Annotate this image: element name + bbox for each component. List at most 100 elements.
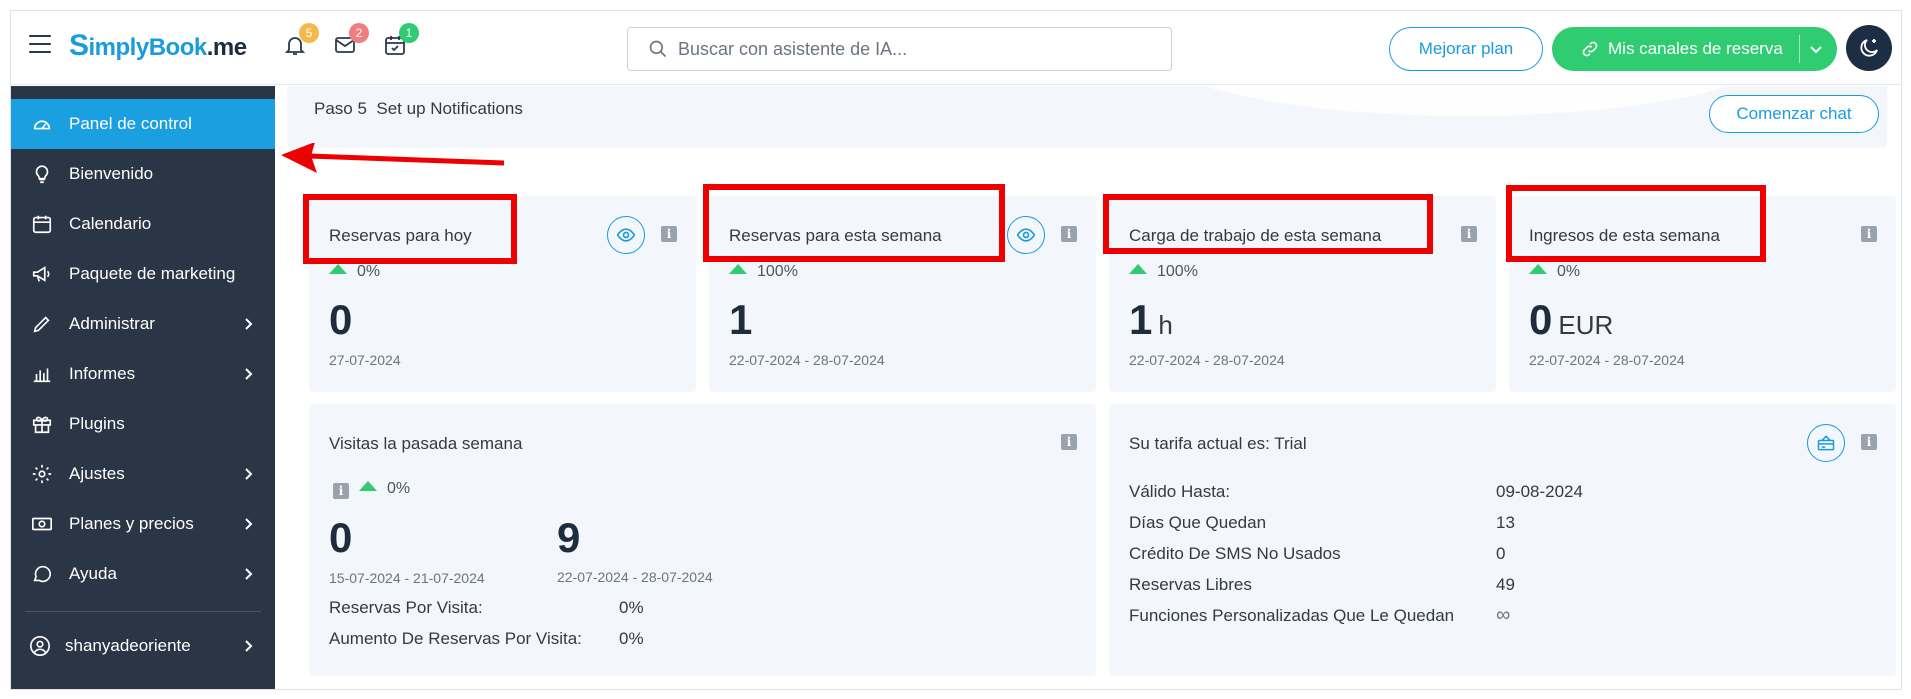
sidebar: Panel de control Bienvenido Calendario P… xyxy=(11,86,275,689)
sidebar-item-label: Administrar xyxy=(69,314,155,333)
card-title: Su tarifa actual es: Trial xyxy=(1129,434,1307,453)
booking-channels-label: Mis canales de reserva xyxy=(1608,39,1783,58)
upgrade-plan-button[interactable]: Mejorar plan xyxy=(1389,27,1543,71)
eye-icon[interactable] xyxy=(607,216,645,254)
metric-label: Aumento De Reservas Por Visita: xyxy=(329,629,582,648)
highlight-box xyxy=(1506,185,1766,262)
metric-label: Reservas Por Visita: xyxy=(329,598,483,617)
sidebar-item-plugins[interactable]: Plugins xyxy=(11,399,275,449)
booking-channels-button[interactable]: Mis canales de reserva xyxy=(1552,27,1837,71)
info-icon[interactable]: i xyxy=(1861,434,1877,450)
sidebar-item-label: Planes y precios xyxy=(69,514,194,533)
info-icon[interactable]: i xyxy=(1061,434,1077,450)
tariff-label: Crédito De SMS No Usados xyxy=(1129,544,1341,563)
gift-box-icon xyxy=(32,416,52,434)
sidebar-item-informes[interactable]: Informes xyxy=(11,349,275,399)
tariff-label: Funciones Personalizadas Que Le Quedan xyxy=(1129,606,1455,625)
sidebar-item-label: Ajustes xyxy=(69,464,125,483)
main-content: Paso 5 Set up Notifications Comenzar cha… xyxy=(275,86,1901,689)
user-circle-icon xyxy=(30,636,50,656)
trend-indicator: 100% xyxy=(1129,263,1198,281)
metric-value: 0% xyxy=(619,629,644,648)
tariff-plan-icon[interactable] xyxy=(1807,424,1845,462)
step-text: Paso 5 Set up Notifications xyxy=(314,99,523,118)
sidebar-user-menu[interactable]: shanyadeoriente xyxy=(11,621,275,671)
bell-icon[interactable]: 5 xyxy=(283,23,319,61)
sidebar-item-label: Calendario xyxy=(69,214,152,233)
sidebar-item-paquete-de-marketing[interactable]: Paquete de marketing xyxy=(11,249,275,299)
tariff-value: 13 xyxy=(1496,513,1515,532)
tariff-label: Días Que Quedan xyxy=(1129,513,1267,532)
dark-mode-toggle[interactable] xyxy=(1846,25,1892,71)
info-icon[interactable]: i xyxy=(661,226,677,242)
sidebar-item-ayuda[interactable]: Ayuda xyxy=(11,549,275,599)
sidebar-item-bienvenido[interactable]: Bienvenido xyxy=(11,149,275,199)
metric-value: 0% xyxy=(619,598,644,617)
info-icon[interactable]: i xyxy=(1461,226,1477,242)
dashboard-icon xyxy=(33,120,51,130)
app-window: SimplyBook.me 5 2 1 Mejorar plan Mis can… xyxy=(10,10,1902,690)
sidebar-item-label: Panel de control xyxy=(69,114,192,133)
bookings-count-badge: 1 xyxy=(399,23,419,43)
moon-icon xyxy=(1860,39,1878,57)
chevron-down-icon[interactable] xyxy=(1808,41,1824,57)
infinity-icon: ∞ xyxy=(1496,604,1511,626)
sidebar-item-planes-y-precios[interactable]: Planes y precios xyxy=(11,499,275,549)
megaphone-icon xyxy=(32,266,50,282)
chevron-right-icon xyxy=(245,568,253,580)
start-chat-button[interactable]: Comenzar chat xyxy=(1709,95,1879,133)
sidebar-item-label: Bienvenido xyxy=(69,164,154,183)
chevron-right-icon xyxy=(245,640,253,652)
sidebar-item-ajustes[interactable]: Ajustes xyxy=(11,449,275,499)
search-box[interactable] xyxy=(627,27,1172,71)
simplybook-logo[interactable]: SimplyBook.me xyxy=(69,29,247,65)
hamburger-menu-icon[interactable] xyxy=(29,35,51,53)
stat-date: 22-07-2024 - 28-07-2024 xyxy=(1129,352,1285,368)
top-bar: SimplyBook.me 5 2 1 Mejorar plan Mis can… xyxy=(11,11,1901,85)
trend-indicator: 100% xyxy=(729,263,798,281)
trend-indicator: 0% xyxy=(329,263,380,281)
trend-indicator: 0% xyxy=(1529,263,1580,281)
trend-up-icon xyxy=(1129,264,1147,274)
stat-date: 27-07-2024 xyxy=(329,352,401,368)
tariff-label: Reservas Libres xyxy=(1129,575,1252,594)
trend-up-icon xyxy=(729,264,747,274)
bar-chart-icon xyxy=(33,368,51,383)
info-icon[interactable]: i xyxy=(1061,226,1077,242)
mail-icon[interactable]: 2 xyxy=(333,23,369,61)
chevron-right-icon xyxy=(245,518,253,530)
info-icon[interactable]: i xyxy=(1861,226,1877,242)
link-icon xyxy=(1582,41,1598,57)
info-icon[interactable]: i xyxy=(333,483,349,499)
stat-value: 1h xyxy=(1129,296,1173,343)
chevron-right-icon xyxy=(245,318,253,330)
sidebar-item-administrar[interactable]: Administrar xyxy=(11,299,275,349)
stat-value: 0 EUR xyxy=(1529,296,1614,343)
stat-date: 22-07-2024 - 28-07-2024 xyxy=(729,352,885,368)
stat-date: 22-07-2024 - 28-07-2024 xyxy=(1529,352,1685,368)
eye-icon[interactable] xyxy=(1007,216,1045,254)
pencil-icon xyxy=(33,316,50,333)
card-title: Visitas la pasada semana xyxy=(329,434,523,453)
highlight-box xyxy=(703,184,1005,262)
sidebar-divider xyxy=(25,611,261,612)
curr-week-visits: 9 xyxy=(557,514,581,561)
sidebar-item-panel-de-control[interactable]: Panel de control xyxy=(11,99,275,149)
sidebar-item-label: Paquete de marketing xyxy=(69,264,236,283)
red-arrow-annotation xyxy=(281,143,505,173)
sidebar-item-label: Ayuda xyxy=(69,564,117,583)
stat-value: 1 xyxy=(729,296,753,343)
chevron-right-icon xyxy=(245,468,253,480)
lightbulb-icon xyxy=(35,165,49,184)
stat-value: 0 xyxy=(329,296,353,343)
tariff-label: Válido Hasta: xyxy=(1129,482,1231,501)
search-icon xyxy=(649,40,667,58)
chevron-right-icon xyxy=(245,368,253,380)
tariff-value: 49 xyxy=(1496,575,1515,594)
calendar-check-icon[interactable]: 1 xyxy=(383,23,419,61)
search-input[interactable] xyxy=(678,28,1158,70)
highlight-box xyxy=(1103,194,1433,254)
prev-week-visits: 0 xyxy=(329,514,353,561)
tariff-value: 09-08-2024 xyxy=(1496,482,1583,501)
sidebar-item-calendario[interactable]: Calendario xyxy=(11,199,275,249)
